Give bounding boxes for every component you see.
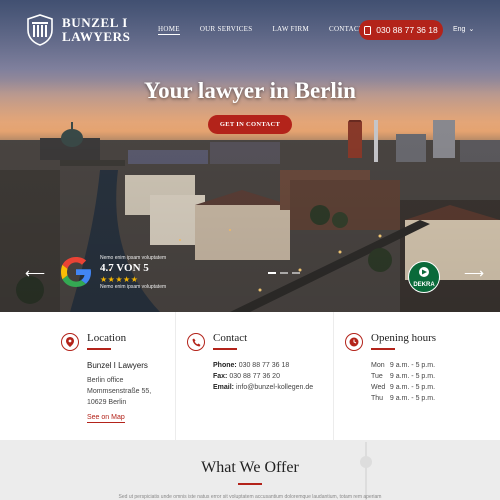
review-text: Nemo enim ipsam voluptatem 4.7 VON 5 ★★★… (100, 255, 166, 290)
slider-dots (268, 272, 300, 274)
slider-dot[interactable] (292, 272, 300, 274)
address-line: 10629 Berlin (87, 399, 127, 406)
hours-time: 9 a.m. - 5 p.m. (389, 362, 436, 369)
hours-title: Opening hours (371, 332, 437, 344)
offer-text: Sed ut perspiciatis unde omnis iste natu… (118, 494, 382, 500)
contact-email-row: Email: info@bunzel-kollegen.de (213, 382, 313, 393)
arrow-right-icon[interactable]: ⟶ (464, 266, 484, 280)
phone-button[interactable]: 030 88 77 36 18 (359, 20, 443, 40)
title-underline (371, 348, 395, 350)
phone-label: Phone: (213, 362, 237, 369)
shield-logo-icon (27, 14, 53, 46)
location-body: Bunzel I Lawyers Berlin office Mommsenst… (87, 360, 151, 423)
star-rating: ★★★★★ (100, 274, 139, 284)
get-in-contact-button[interactable]: GET IN CONTACT (208, 115, 292, 134)
hours-day: Wed (371, 384, 386, 391)
hours-row: Thu 9 a.m. - 5 p.m. (371, 393, 435, 404)
mobile-phone-icon (364, 25, 372, 35)
contact-title: Contact (213, 332, 248, 344)
title-underline (87, 348, 111, 350)
nav-home[interactable]: HOME (158, 25, 180, 35)
phone-icon (187, 333, 205, 351)
slider-dot[interactable] (268, 272, 276, 274)
address-line: Mommsenstraße 55, (87, 388, 152, 395)
hours-row: Tue 9 a.m. - 5 p.m. (371, 371, 435, 382)
what-we-offer-section: What We Offer Sed ut perspiciatis unde o… (0, 440, 500, 500)
location-title: Location (87, 332, 127, 344)
hours-day: Mon (371, 362, 385, 369)
firm-name: Bunzel I Lawyers (87, 361, 148, 370)
hours-body: Mon 9 a.m. - 5 p.m. Tue 9 a.m. - 5 p.m. … (371, 360, 435, 404)
dekra-label: DEKRA (413, 282, 435, 288)
nav-our-services[interactable]: OUR SERVICES (200, 25, 253, 35)
logo[interactable]: BUNZEL I LAWYERS (26, 14, 131, 46)
hours-day: Tue (371, 373, 383, 380)
contact-body: Phone: 030 88 77 36 18 Fax: 030 88 77 36… (213, 360, 313, 393)
fax-value: 030 88 77 36 20 (229, 373, 280, 380)
see-on-map-link[interactable]: See on Map (87, 413, 125, 423)
offer-title-underline (238, 483, 262, 485)
main-nav: HOME OUR SERVICES LAW FIRM CONTACT US (158, 25, 375, 35)
hours-row: Wed 9 a.m. - 5 p.m. (371, 382, 435, 393)
contact-fax-row: Fax: 030 88 77 36 20 (213, 371, 313, 382)
hours-row: Mon 9 a.m. - 5 p.m. (371, 360, 435, 371)
email-label: Email: (213, 384, 235, 391)
hours-time: 9 a.m. - 5 p.m. (389, 373, 436, 380)
location-pin-icon (61, 333, 79, 351)
chevron-down-icon: ⌄ (468, 26, 475, 33)
hours-column: Opening hours Mon 9 a.m. - 5 p.m. Tue 9 … (334, 312, 500, 440)
location-column: Location Bunzel I Lawyers Berlin office … (0, 312, 176, 440)
arrow-left-icon[interactable]: ⟵ (25, 266, 45, 280)
brand-line-1: BUNZEL I (62, 15, 128, 30)
google-review-badge[interactable]: Nemo enim ipsam voluptatem 4.7 VON 5 ★★★… (58, 254, 166, 290)
slider-dot[interactable] (280, 272, 288, 274)
contact-phone-row: Phone: 030 88 77 36 18 (213, 360, 313, 371)
hours-day: Thu (371, 395, 384, 402)
clock-icon (345, 333, 363, 351)
dekra-badge[interactable]: DEKRA (408, 260, 440, 294)
brand-line-2: LAWYERS (62, 29, 131, 44)
address-line: Berlin office (87, 377, 124, 384)
offer-title: What We Offer (201, 459, 299, 476)
phone-button-label: 030 88 77 36 18 (376, 25, 438, 35)
phone-value[interactable]: 030 88 77 36 18 (239, 362, 290, 369)
google-icon (61, 257, 91, 287)
title-underline (213, 348, 237, 350)
review-caption-top: Nemo enim ipsam voluptatem (100, 254, 167, 261)
email-value[interactable]: info@bunzel-kollegen.de (236, 384, 313, 391)
review-caption-bottom: Nemo enim ipsam voluptatem (100, 283, 167, 290)
hours-time: 9 a.m. - 5 p.m. (389, 395, 436, 402)
brand-name: BUNZEL I LAWYERS (62, 16, 131, 44)
hero-title: Your lawyer in Berlin (144, 78, 356, 103)
language-select[interactable]: Eng ⌄ (453, 25, 475, 34)
nav-law-firm[interactable]: LAW FIRM (272, 25, 309, 35)
review-score: 4.7 VON 5 (100, 261, 149, 274)
language-label: Eng (453, 25, 466, 33)
fax-label: Fax: (213, 373, 228, 380)
info-section: Location Bunzel I Lawyers Berlin office … (0, 312, 500, 440)
hours-time: 9 a.m. - 5 p.m. (389, 384, 436, 391)
contact-column: Contact Phone: 030 88 77 36 18 Fax: 030 … (176, 312, 334, 440)
